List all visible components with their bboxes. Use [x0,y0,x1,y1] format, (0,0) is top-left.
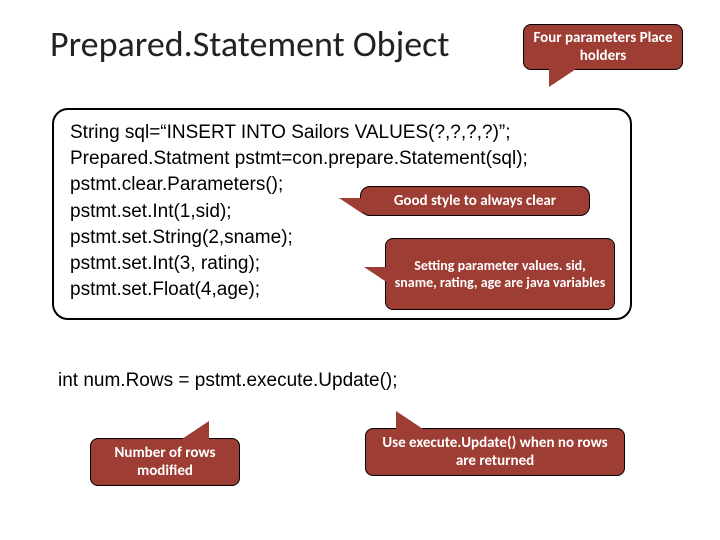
callout-text: Use execute.Update() when no rows are re… [374,434,616,470]
callout-tail-icon [549,67,579,87]
callout-tail-icon [364,267,388,283]
code-line: Prepared.Statment pstmt=con.prepare.Stat… [70,146,614,172]
callout-four-parameters: Four parameters Place holders [523,24,683,70]
callout-num-rows: Number of rows modified [90,438,240,486]
callout-text: Four parameters Place holders [532,29,674,65]
callout-tail-icon [339,198,363,214]
callout-text: Number of rows modified [99,444,231,480]
slide: Prepared.Statement Object Four parameter… [0,0,720,540]
callout-text: Setting parameter values. sid, sname, ra… [394,257,606,291]
callout-tail-icon [179,421,209,441]
callout-good-style: Good style to always clear [360,186,590,216]
callout-tail-icon [396,411,426,431]
code-line: String sql=“INSERT INTO Sailors VALUES(?… [70,120,614,146]
code-line-standalone: int num.Rows = pstmt.execute.Update(); [58,370,398,392]
callout-setting-values: Setting parameter values. sid, sname, ra… [385,238,615,310]
callout-execute-update: Use execute.Update() when no rows are re… [365,428,625,476]
callout-text: Good style to always clear [394,192,556,210]
slide-title: Prepared.Statement Object [50,22,449,66]
